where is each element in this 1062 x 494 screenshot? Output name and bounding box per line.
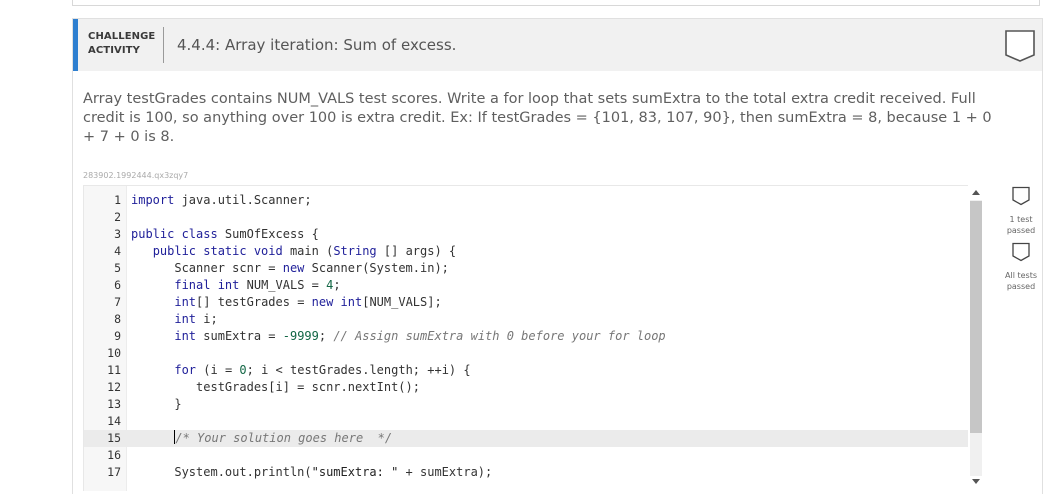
code-line[interactable]: 3 public class SumOfExcess { <box>84 226 977 243</box>
code-line[interactable]: 2 <box>84 209 977 226</box>
line-number: 13 <box>107 397 121 411</box>
line-number: 6 <box>114 278 121 292</box>
code-line[interactable]: 13 } <box>84 396 977 413</box>
code-line[interactable]: 10 <box>84 345 977 362</box>
test-shield-icon <box>1012 242 1030 262</box>
line-number: 7 <box>114 295 121 309</box>
test-status-label: 1 test passed <box>1006 215 1036 235</box>
challenge-id: 283902.1992444.qx3zqy7 <box>83 171 189 180</box>
code-line[interactable]: 1 import java.util.Scanner; <box>84 192 977 209</box>
code-line[interactable]: 14 <box>84 413 977 430</box>
challenge-activity-card: CHALLENGE ACTIVITY 4.4.4: Array iteratio… <box>72 18 1043 494</box>
code-line[interactable]: 5 Scanner scnr = new Scanner(System.in); <box>84 260 977 277</box>
line-number: 1 <box>114 193 121 207</box>
line-number: 4 <box>114 244 121 258</box>
code-line[interactable]: 11 for (i = 0; i < testGrades.length; ++… <box>84 362 977 379</box>
code-line[interactable]: 4 public static void main (String [] arg… <box>84 243 977 260</box>
triangle-up-icon[interactable] <box>972 190 980 195</box>
bookmark-shield-icon <box>1004 29 1036 67</box>
line-number: 9 <box>114 329 121 343</box>
code-editor[interactable]: 1 import java.util.Scanner; 2 3 public c… <box>83 185 978 491</box>
line-number: 12 <box>107 380 121 394</box>
activity-header: CHALLENGE ACTIVITY 4.4.4: Array iteratio… <box>73 19 1042 71</box>
triangle-down-icon[interactable] <box>972 479 980 484</box>
line-number: 2 <box>114 210 121 224</box>
line-number: 16 <box>107 448 121 462</box>
code-line[interactable]: 12 testGrades[i] = scnr.nextInt(); <box>84 379 977 396</box>
code-line[interactable]: 8 int i; <box>84 311 977 328</box>
code-line[interactable]: 6 final int NUM_VALS = 4; <box>84 277 977 294</box>
line-number: 15 <box>107 431 121 445</box>
header-divider <box>163 27 164 63</box>
test-shield-icon <box>1012 186 1030 206</box>
previous-card-edge <box>72 0 1040 6</box>
line-number: 14 <box>107 414 121 428</box>
line-number: 10 <box>107 346 121 360</box>
activity-title: 4.4.4: Array iteration: Sum of excess. <box>177 36 457 54</box>
line-number: 3 <box>114 227 121 241</box>
line-number: 11 <box>107 363 121 377</box>
code-line[interactable]: 9 int sumExtra = -9999; // Assign sumExt… <box>84 328 977 345</box>
test-status-all: All tests passed <box>1003 242 1039 292</box>
test-status-label: All tests passed <box>1005 271 1037 291</box>
code-line-active[interactable]: 15 /* Your solution goes here */ <box>84 430 977 447</box>
activity-type-label: CHALLENGE ACTIVITY <box>88 31 156 56</box>
line-number: 8 <box>114 312 121 326</box>
line-number: 17 <box>107 465 121 479</box>
scroll-thumb[interactable] <box>970 201 982 433</box>
code-line[interactable]: 7 int[] testGrades = new int[NUM_VALS]; <box>84 294 977 311</box>
editor-scrollbar[interactable] <box>968 185 983 491</box>
line-number: 5 <box>114 261 121 275</box>
test-status-first: 1 test passed <box>1003 186 1039 236</box>
code-line[interactable]: 17 System.out.println("sumExtra: " + sum… <box>84 464 977 481</box>
activity-description: Array testGrades contains NUM_VALS test … <box>83 91 992 145</box>
code-line[interactable]: 16 <box>84 447 977 464</box>
